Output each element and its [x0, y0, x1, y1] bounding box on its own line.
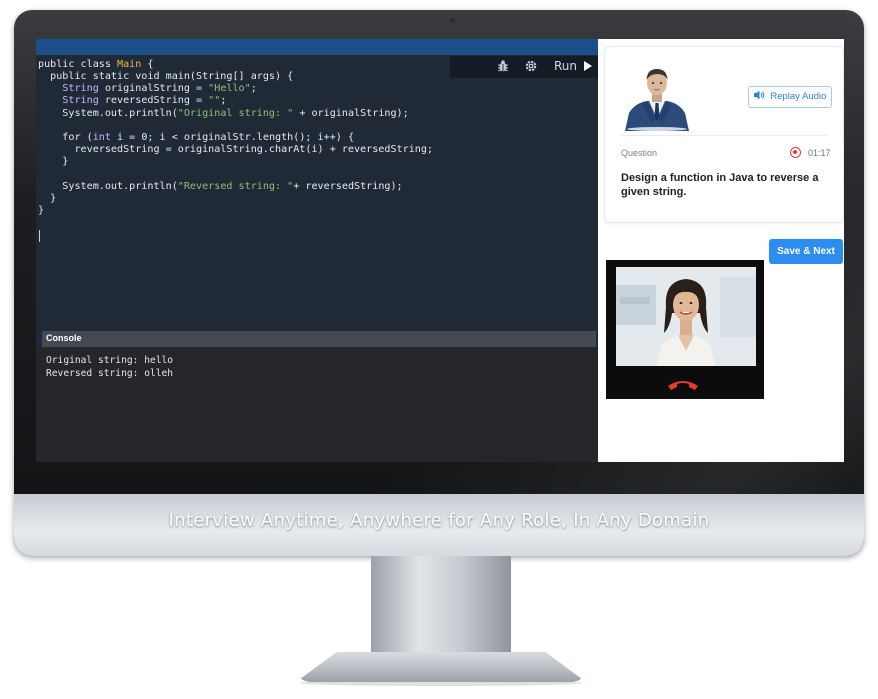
editor-top-bar — [36, 39, 598, 55]
code-token: + reversedString); — [293, 180, 403, 192]
code-line[interactable]: public class Main { — [38, 59, 153, 70]
code-token: public static void main(String[] args) { — [38, 71, 294, 83]
bug-icon[interactable] — [496, 59, 510, 73]
code-line[interactable]: String originalString = "Hello"; — [38, 83, 257, 95]
code-token: "Hello" — [208, 83, 251, 95]
code-token: originalString = — [98, 83, 209, 95]
card-divider — [621, 135, 827, 136]
code-line[interactable]: reversedString = originalString.charAt(i… — [38, 144, 433, 155]
code-token: ; — [250, 83, 257, 95]
code-token: i = 0; i < originalStr.length(); i++) { — [110, 131, 355, 143]
candidate-video-call — [606, 260, 764, 399]
console-output: Original string: hello Reversed string: … — [36, 348, 598, 462]
replay-audio-label: Replay Audio — [770, 91, 827, 102]
record-icon — [790, 147, 801, 158]
code-line[interactable]: } — [38, 156, 68, 167]
code-editor[interactable]: Run public class Main { public static vo… — [36, 39, 598, 462]
phone-hangup-icon[interactable] — [666, 377, 700, 393]
code-token: ; — [220, 95, 227, 107]
code-token: String — [62, 83, 99, 95]
replay-audio-button[interactable]: Replay Audio — [748, 86, 832, 108]
webcam-dot — [450, 18, 455, 23]
code-text[interactable]: public class Main { public static void m… — [38, 59, 433, 217]
code-token: System.out.println( — [38, 180, 178, 192]
code-token: Main — [117, 59, 142, 70]
code-token: System.out.println( — [38, 107, 178, 119]
code-token: } — [38, 156, 69, 168]
code-token: int — [92, 131, 111, 143]
save-next-button[interactable]: Save & Next — [769, 239, 843, 264]
code-token: reversedString = — [98, 95, 209, 107]
screen: Run public class Main { public static vo… — [36, 39, 844, 462]
code-token: String — [62, 95, 99, 107]
code-token: for ( — [38, 131, 93, 143]
code-line[interactable]: for (int i = 0; i < originalStr.length()… — [38, 132, 354, 143]
code-token: "Reversed string: " — [177, 180, 294, 192]
code-token: "Original string: " — [177, 107, 294, 119]
code-token: } — [38, 204, 45, 216]
code-line[interactable]: String reversedString = ""; — [38, 95, 226, 106]
console-header: Console — [42, 331, 596, 347]
console-line: Original string: hello — [46, 355, 174, 366]
question-label: Question — [621, 148, 658, 158]
text-cursor — [39, 230, 40, 242]
code-token: public class — [38, 59, 118, 70]
code-line[interactable]: System.out.println("Reversed string: "+ … — [38, 180, 403, 192]
play-icon — [583, 61, 592, 71]
code-token: reversedString = originalString.charAt(i… — [38, 144, 434, 156]
ai-interviewer-avatar — [621, 59, 693, 131]
question-timer: 01:17 — [808, 148, 831, 158]
console-title: Console — [46, 333, 82, 343]
code-token: { — [141, 59, 154, 70]
candidate-video-feed — [616, 267, 756, 366]
code-token: } — [38, 192, 57, 204]
tagline: Interview Anytime, Anywhere for Any Role… — [168, 510, 710, 531]
question-text: Design a function in Java to reverse a g… — [621, 172, 819, 198]
monitor-stand-base — [296, 652, 586, 682]
run-label: Run — [554, 59, 578, 73]
code-token: "" — [208, 95, 221, 107]
code-line[interactable]: System.out.println("Original string: " +… — [38, 107, 409, 119]
run-button[interactable]: Run — [554, 58, 592, 74]
speaker-icon — [753, 90, 764, 100]
settings-icon[interactable] — [524, 59, 538, 73]
editor-toolbar: Run — [450, 56, 598, 78]
code-token: + originalString); — [293, 107, 409, 119]
interview-panel: Replay Audio Question 01:17 Design a fun… — [598, 39, 844, 462]
code-line[interactable]: public static void main(String[] args) { — [38, 71, 293, 82]
monitor-stand-neck — [371, 556, 511, 660]
console-line: Reversed string: olleh — [46, 368, 174, 379]
question-card: Replay Audio Question 01:17 Design a fun… — [604, 46, 844, 223]
code-line[interactable]: } — [38, 193, 56, 204]
code-line[interactable]: } — [38, 205, 44, 216]
